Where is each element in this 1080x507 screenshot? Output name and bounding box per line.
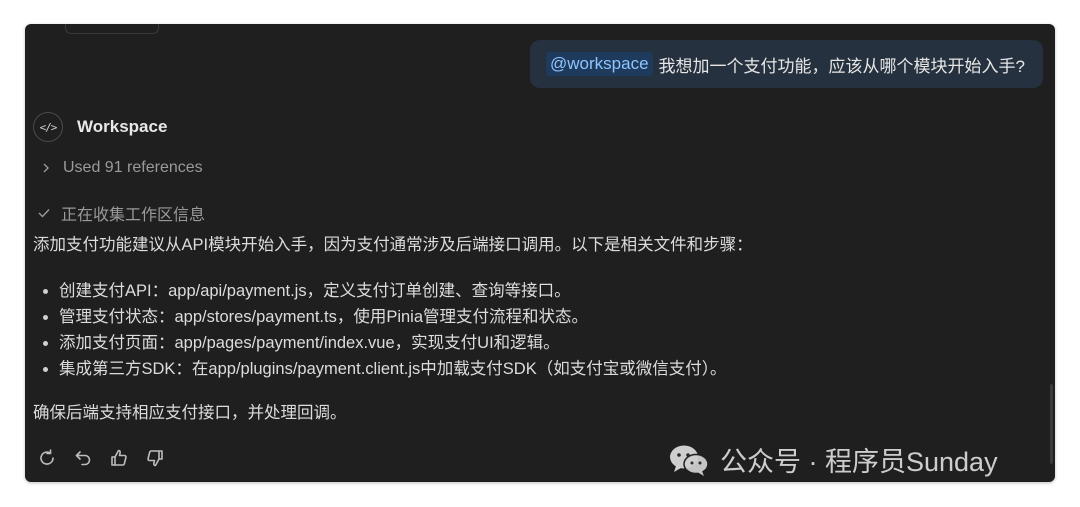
answer-intro: 添加支付功能建议从API模块开始入手，因为支付通常涉及后端接口调用。以下是相关文… bbox=[33, 236, 753, 254]
undo-icon bbox=[75, 451, 91, 466]
workspace-mention[interactable]: @workspace bbox=[546, 52, 653, 76]
answer-outro: 确保后端支持相应支付接口，并处理回调。 bbox=[33, 404, 347, 422]
assistant-answer: 添加支付功能建议从API模块开始入手，因为支付通常涉及后端接口调用。以下是相关文… bbox=[33, 232, 1033, 426]
previous-element-stub bbox=[65, 24, 159, 34]
thumbs-up-icon bbox=[111, 449, 127, 466]
user-message-bubble: @workspace 我想加一个支付功能，应该从哪个模块开始入手? bbox=[530, 40, 1043, 88]
code-icon: </> bbox=[33, 112, 63, 142]
list-item: 添加支付页面：app/pages/payment/index.vue，实现支付U… bbox=[43, 330, 1033, 356]
watermark-text: 公众号 · 程序员Sunday bbox=[720, 447, 998, 477]
wechat-icon bbox=[670, 445, 709, 476]
check-icon bbox=[37, 207, 51, 219]
status-row: 正在收集工作区信息 bbox=[37, 201, 205, 225]
undo-button[interactable] bbox=[71, 446, 95, 470]
thumbs-down-button[interactable] bbox=[143, 446, 167, 470]
status-label: 正在收集工作区信息 bbox=[61, 207, 206, 224]
references-toggle[interactable]: Used 91 references bbox=[39, 159, 203, 177]
refresh-icon bbox=[40, 449, 54, 465]
user-message-text: 我想加一个支付功能，应该从哪个模块开始入手? bbox=[658, 56, 1025, 76]
thumbs-down-icon bbox=[147, 450, 163, 467]
references-label: Used 91 references bbox=[63, 159, 203, 176]
list-item: 创建支付API：app/api/payment.js，定义支付订单创建、查询等接… bbox=[43, 278, 1033, 304]
answer-steps-list: 创建支付API：app/api/payment.js，定义支付订单创建、查询等接… bbox=[33, 278, 1033, 382]
watermark: 公众号 · 程序员Sunday bbox=[668, 440, 998, 479]
scrollbar[interactable] bbox=[1050, 384, 1053, 464]
agent-header: </> Workspace bbox=[33, 112, 167, 142]
thumbs-up-button[interactable] bbox=[107, 446, 131, 470]
agent-name: Workspace bbox=[77, 117, 168, 136]
message-actions bbox=[35, 446, 179, 470]
list-item: 管理支付状态：app/stores/payment.ts，使用Pinia管理支付… bbox=[43, 304, 1033, 330]
retry-button[interactable] bbox=[35, 446, 59, 470]
chat-panel: @workspace 我想加一个支付功能，应该从哪个模块开始入手? </> Wo… bbox=[25, 24, 1055, 482]
chevron-right-icon bbox=[39, 162, 53, 174]
list-item: 集成第三方SDK：在app/plugins/payment.client.js中… bbox=[43, 356, 1033, 382]
